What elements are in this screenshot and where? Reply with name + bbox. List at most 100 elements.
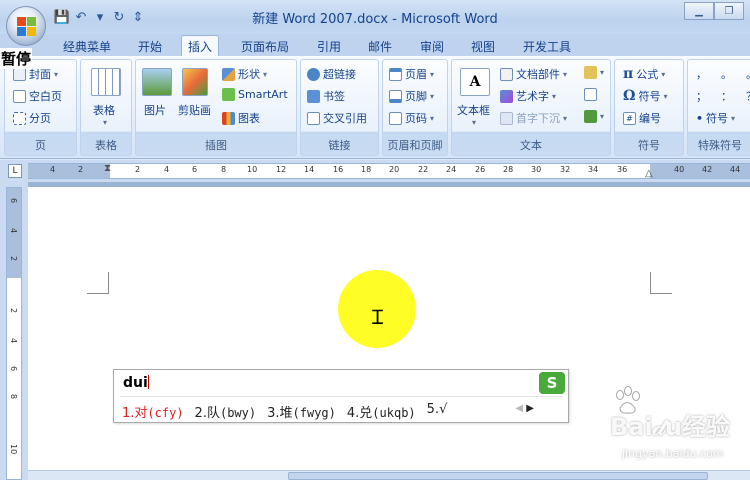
ime-candidate-window: dui S 1.对(cfy) 2.队(bwy) 3.堆(fwyg) 4.兑(uk…: [113, 369, 569, 423]
group-special-symbols: ， 。 。 ； ： ？ • 符号▾ 特殊符号: [687, 59, 750, 156]
special-symbol-button[interactable]: • 符号 ▾: [696, 110, 735, 126]
smartart-icon: [222, 88, 235, 101]
object-icon[interactable]: ▾: [584, 110, 604, 123]
symbol-comma[interactable]: ，: [696, 66, 707, 82]
ruler-bar: L 4 2 2 4 6 8 10 12 14 16 18 20 22 24 26…: [0, 160, 750, 182]
quick-parts-button[interactable]: 文档部件 ▾: [500, 66, 567, 82]
title-bar: 💾 ↶ ▾ ↻ ⇕ 新建 Word 2007.docx - Microsoft …: [0, 0, 750, 34]
numbering-icon: #: [623, 111, 636, 125]
group-symbols: π 公式 ▾ Ω 符号 ▾ # 编号 符号: [614, 59, 684, 156]
picture-button-label[interactable]: 图片: [144, 102, 166, 118]
page-number-button[interactable]: 页码 ▾: [389, 110, 434, 126]
symbol-question[interactable]: ？: [746, 88, 750, 104]
bullet-icon: •: [696, 111, 704, 125]
office-button[interactable]: [6, 6, 46, 46]
group-illustrations: 图片 剪贴画 形状 ▾ SmartArt 图表 插图: [135, 59, 297, 156]
text-cursor-icon: Ɪ: [372, 305, 384, 329]
chart-icon: [222, 111, 235, 125]
tab-view[interactable]: 视图: [471, 36, 495, 56]
group-label-links: 链接: [328, 139, 351, 152]
tab-references[interactable]: 引用: [317, 36, 341, 56]
symbol-semicolon[interactable]: ；: [696, 88, 707, 104]
symbol-button[interactable]: Ω 符号 ▾: [623, 88, 667, 104]
table-icon[interactable]: [91, 68, 121, 96]
tab-insert[interactable]: 插入: [181, 35, 220, 57]
group-label-pages: 页: [35, 139, 46, 152]
margin-corner-right: [650, 272, 672, 294]
hyperlink-icon: [307, 67, 320, 81]
tab-page-layout[interactable]: 页面布局: [241, 36, 289, 56]
ime-page-nav: ◀ ▶: [515, 403, 534, 414]
tab-developer[interactable]: 开发工具: [523, 36, 571, 56]
omega-icon: Ω: [623, 88, 636, 104]
sogou-logo-icon: S: [539, 372, 565, 394]
textbox-dropdown-icon[interactable]: ▾: [472, 118, 476, 127]
tab-selector[interactable]: L: [8, 164, 22, 178]
bookmark-button[interactable]: 书签: [307, 88, 345, 104]
wordart-button[interactable]: 艺术字 ▾: [500, 88, 556, 104]
pause-overlay-label: 暂停: [0, 48, 33, 69]
footer-button[interactable]: 页脚 ▾: [389, 88, 434, 104]
ime-candidate-5[interactable]: 5.√: [427, 402, 448, 421]
ime-candidate-3[interactable]: 3.堆(fwyg): [267, 402, 336, 421]
group-table: 表格 ▾ 表格: [80, 59, 132, 156]
office-logo-icon: [17, 17, 37, 37]
symbol-colon[interactable]: ：: [721, 88, 732, 104]
chart-button[interactable]: 图表: [222, 110, 260, 126]
table-button-label[interactable]: 表格: [93, 102, 115, 118]
page-break-button[interactable]: 分页: [13, 110, 51, 126]
equation-button[interactable]: π 公式 ▾: [623, 66, 665, 82]
cross-reference-icon: [307, 111, 320, 125]
group-header-footer: 页眉 ▾ 页脚 ▾ 页码 ▾ 页眉和页脚: [382, 59, 448, 156]
smartart-button[interactable]: SmartArt: [222, 88, 288, 101]
group-label-illustrations: 插图: [205, 139, 227, 152]
symbol-period[interactable]: 。: [721, 66, 732, 82]
wordart-icon: [500, 89, 513, 103]
picture-icon[interactable]: [142, 68, 172, 96]
right-indent-marker-icon[interactable]: △: [645, 168, 653, 179]
table-dropdown-icon[interactable]: ▾: [103, 118, 107, 127]
footer-icon: [389, 89, 402, 103]
symbol-period-extra[interactable]: 。: [746, 66, 750, 82]
quick-parts-icon: [500, 67, 513, 81]
vertical-ruler[interactable]: 6 4 2 2 4 6 8 10: [6, 187, 22, 480]
numbering-button[interactable]: # 编号: [623, 110, 661, 126]
ime-next-page-icon[interactable]: ▶: [526, 403, 534, 414]
tab-classic-menu[interactable]: 经典菜单: [63, 36, 111, 56]
hyperlink-button[interactable]: 超链接: [307, 66, 356, 82]
pi-icon: π: [623, 66, 634, 82]
indent-marker-icon[interactable]: ⧗: [104, 163, 111, 174]
group-label-table: 表格: [95, 139, 117, 152]
clipart-icon[interactable]: [182, 68, 208, 96]
shapes-button[interactable]: 形状 ▾: [222, 66, 267, 82]
clipart-button-label[interactable]: 剪贴画: [178, 102, 211, 118]
cross-reference-button[interactable]: 交叉引用: [307, 110, 367, 126]
ime-candidate-2[interactable]: 2.队(bwy): [195, 402, 257, 421]
blank-page-button[interactable]: 空白页: [13, 88, 62, 104]
textbox-icon[interactable]: A: [460, 68, 490, 96]
shapes-icon: [222, 67, 235, 81]
group-label-text: 文本: [520, 139, 542, 152]
tab-mailings[interactable]: 邮件: [368, 36, 392, 56]
special-symbols-row-1: ， 。 。: [696, 66, 750, 82]
header-button[interactable]: 页眉 ▾: [389, 66, 434, 82]
header-icon: [389, 67, 402, 81]
tab-home[interactable]: 开始: [138, 36, 162, 56]
tab-review[interactable]: 审阅: [420, 36, 444, 56]
drop-cap-icon: [500, 111, 513, 125]
horizontal-ruler[interactable]: 4 2 2 4 6 8 10 12 14 16 18 20 22 24 26 2…: [28, 163, 750, 179]
group-label-header-footer: 页眉和页脚: [387, 139, 443, 152]
signature-line-icon[interactable]: ▾: [584, 66, 604, 79]
drop-cap-button[interactable]: 首字下沉 ▾: [500, 110, 567, 126]
minimize-icon[interactable]: ▁: [684, 2, 714, 20]
page-number-icon: [389, 111, 402, 125]
restore-icon[interactable]: ❐: [714, 2, 744, 20]
special-symbols-row-2: ； ： ？: [696, 88, 750, 104]
ime-prev-page-icon[interactable]: ◀: [515, 403, 523, 414]
group-text: A 文本框 ▾ 文档部件 ▾ 艺术字 ▾ 首字下沉 ▾ ▾ ▾ 文本: [451, 59, 611, 156]
ime-candidate-list: 1.对(cfy) 2.队(bwy) 3.堆(fwyg) 4.兑(ukqb) 5.…: [122, 402, 447, 421]
ime-candidate-1[interactable]: 1.对(cfy): [122, 402, 184, 421]
textbox-button-label[interactable]: 文本框: [457, 102, 490, 118]
date-time-icon[interactable]: [584, 88, 597, 101]
ime-candidate-4[interactable]: 4.兑(ukqb): [347, 402, 416, 421]
